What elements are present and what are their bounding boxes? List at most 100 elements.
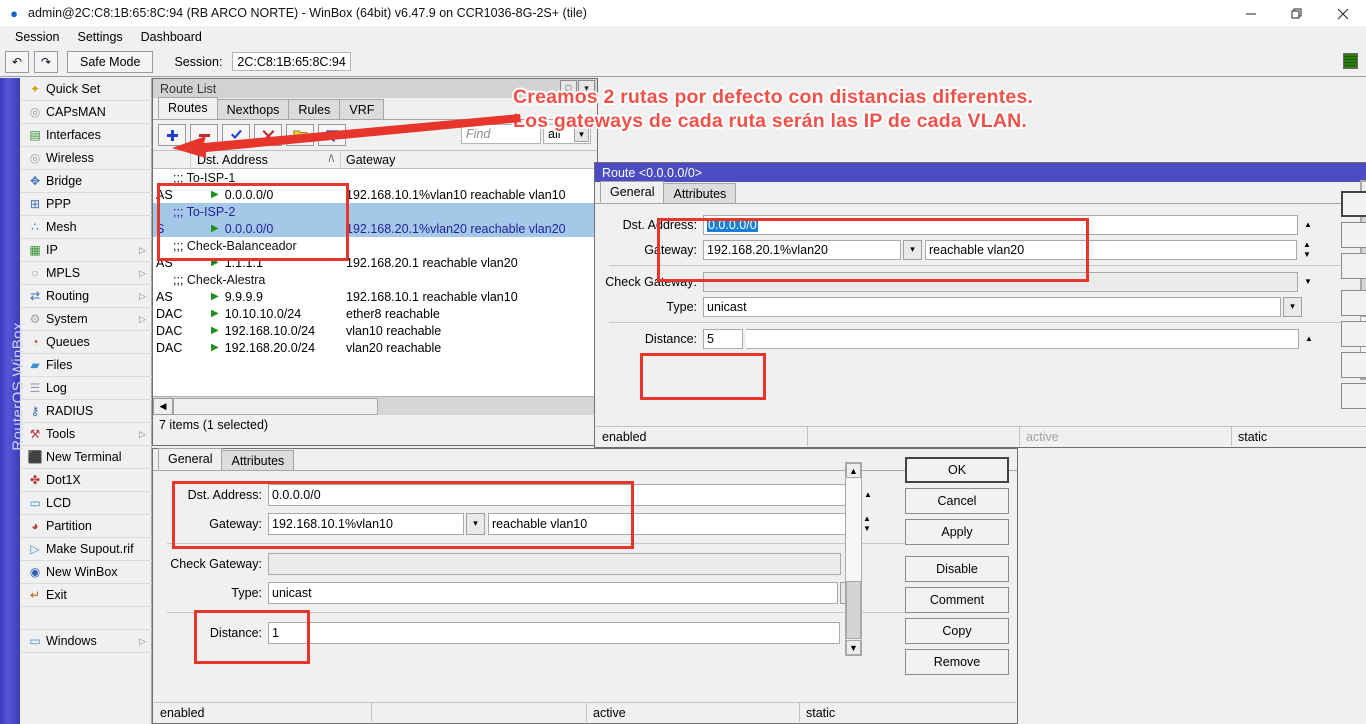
menu-item-session[interactable]: Session — [6, 27, 68, 47]
scrollbar-thumb[interactable] — [173, 398, 378, 415]
remove-button[interactable]: Remove — [905, 649, 1009, 675]
table-row[interactable]: AS▶0.0.0.0/0192.168.10.1%vlan10 reachabl… — [153, 186, 597, 203]
sidebar-item-new-terminal[interactable]: ⬛New Terminal — [20, 446, 152, 469]
menu-item-dashboard[interactable]: Dashboard — [132, 27, 211, 47]
sidebar-item-windows[interactable]: ▭Windows▷ — [20, 630, 152, 653]
scroll-down-icon[interactable]: ▼ — [846, 640, 861, 655]
gateway-dropdown-icon[interactable]: ▾ — [466, 513, 485, 535]
tab-rules[interactable]: Rules — [288, 99, 340, 119]
dst-address-input[interactable]: 0.0.0.0/0 — [268, 484, 858, 506]
table-row[interactable]: DAC▶192.168.20.0/24vlan20 reachable — [153, 339, 597, 356]
sidebar-item-new-winbox[interactable]: ◉New WinBox — [20, 561, 152, 584]
chevron-right-icon[interactable]: ▷ — [139, 636, 146, 647]
distance-input[interactable]: 1 — [268, 622, 840, 644]
ok-button[interactable]: OK — [905, 457, 1009, 483]
tab-attributes[interactable]: Attributes — [221, 450, 294, 470]
chevron-right-icon[interactable]: ▷ — [139, 245, 146, 256]
sidebar-item-system[interactable]: ⚙System▷ — [20, 308, 152, 331]
table-row[interactable]: DAC▶192.168.10.0/24vlan10 reachable — [153, 322, 597, 339]
sidebar-item-tools[interactable]: ⚒Tools▷ — [20, 423, 152, 446]
sidebar-item-routing[interactable]: ⇄Routing▷ — [20, 285, 152, 308]
distance-input[interactable]: 5 — [703, 329, 743, 349]
chevron-right-icon[interactable]: ▷ — [139, 268, 146, 279]
sidebar-item-exit[interactable]: ↵Exit — [20, 584, 152, 607]
safe-mode-button[interactable]: Safe Mode — [67, 51, 153, 73]
copy-button[interactable]: Copy — [1341, 352, 1366, 378]
session-value[interactable]: 2C:C8:1B:65:8C:94 — [232, 52, 350, 71]
check-icon[interactable] — [222, 124, 250, 146]
comment-button[interactable]: Comment — [1341, 321, 1366, 347]
apply-button[interactable]: Apply — [905, 519, 1009, 545]
comment-button[interactable]: Comment — [905, 587, 1009, 613]
chevron-right-icon[interactable]: ▷ — [139, 314, 146, 325]
dst-address-add-icon[interactable]: ▲ — [1301, 220, 1315, 230]
sidebar-item-dot1x[interactable]: ✤Dot1X — [20, 469, 152, 492]
tab-general[interactable]: General — [158, 448, 222, 470]
menu-item-settings[interactable]: Settings — [68, 27, 131, 47]
tab-general[interactable]: General — [600, 181, 664, 203]
gateway-spinner[interactable]: ▲▼ — [1300, 240, 1314, 260]
type-dropdown-icon[interactable]: ▾ — [1283, 297, 1302, 317]
chevron-right-icon[interactable]: ▷ — [139, 291, 146, 302]
tab-routes[interactable]: Routes — [158, 97, 218, 119]
close-icon[interactable] — [1320, 0, 1366, 27]
check-gateway-input[interactable] — [703, 272, 1298, 292]
sidebar-item-lcd[interactable]: ▭LCD — [20, 492, 152, 515]
sidebar-item-ppp[interactable]: ⊞PPP — [20, 193, 152, 216]
sidebar-item-radius[interactable]: ⚷RADIUS — [20, 400, 152, 423]
route-comment-row[interactable]: ;;; Check-Balanceador — [153, 237, 597, 254]
redo-icon[interactable]: ↷ — [34, 51, 58, 73]
sidebar-item-partition[interactable]: ◕Partition — [20, 515, 152, 538]
chevron-right-icon[interactable]: ▷ — [139, 429, 146, 440]
copy-button[interactable]: Copy — [905, 618, 1009, 644]
apply-button[interactable]: Apply — [1341, 253, 1366, 279]
tab-vrf[interactable]: VRF — [339, 99, 384, 119]
column-header-dst-address[interactable]: Dst. Address /\ — [191, 151, 341, 168]
sidebar-item-mesh[interactable]: ∴Mesh — [20, 216, 152, 239]
scroll-up-icon[interactable]: ▲ — [846, 463, 861, 478]
disable-button[interactable]: Disable — [905, 556, 1009, 582]
table-row[interactable]: AS▶1.1.1.1192.168.20.1 reachable vlan20 — [153, 254, 597, 271]
scrollbar-track[interactable] — [846, 479, 861, 639]
sidebar-item-files[interactable]: ▰Files — [20, 354, 152, 377]
route-comment-row[interactable]: ;;; To-ISP-1 — [153, 169, 597, 186]
table-row[interactable]: S▶0.0.0.0/0192.168.20.1%vlan20 reachable… — [153, 220, 597, 237]
dialog-vertical-scrollbar[interactable]: ▲ ▼ — [845, 462, 862, 656]
ok-button[interactable]: OK — [1341, 191, 1366, 217]
sidebar-item-ip[interactable]: ▦IP▷ — [20, 239, 152, 262]
sidebar-item-log[interactable]: ☰Log — [20, 377, 152, 400]
route-comment-row[interactable]: ;;; Check-Alestra — [153, 271, 597, 288]
type-select[interactable]: unicast — [268, 582, 838, 604]
gateway-input[interactable]: 192.168.10.1%vlan10 — [268, 513, 464, 535]
cancel-button[interactable]: Cancel — [1341, 222, 1366, 248]
minimize-icon[interactable] — [1228, 0, 1274, 27]
undo-icon[interactable]: ↶ — [5, 51, 29, 73]
table-row[interactable]: DAC▶10.10.10.0/24ether8 reachable — [153, 305, 597, 322]
scroll-left-icon[interactable]: ◀ — [153, 398, 173, 415]
sidebar-item-capsman[interactable]: ◎CAPsMAN — [20, 101, 152, 124]
plus-icon[interactable] — [158, 124, 186, 146]
sidebar-item-make-supout-rif[interactable]: ▷Make Supout.rif — [20, 538, 152, 561]
sidebar-item-bridge[interactable]: ✥Bridge — [20, 170, 152, 193]
distance-spinner[interactable]: ▲ — [1302, 334, 1316, 344]
dst-address-add-icon[interactable]: ▲ — [861, 490, 875, 500]
minus-icon[interactable] — [190, 124, 218, 146]
remove-button[interactable]: Remove — [1341, 383, 1366, 409]
restore-icon[interactable] — [1274, 0, 1320, 27]
gateway-spinner[interactable]: ▲▼ — [860, 514, 874, 534]
comment-icon[interactable] — [286, 124, 314, 146]
horizontal-scrollbar[interactable]: ◀ — [153, 396, 597, 415]
gateway-dropdown-icon[interactable]: ▾ — [903, 240, 922, 260]
table-row[interactable]: AS▶9.9.9.9192.168.10.1 reachable vlan10 — [153, 288, 597, 305]
disable-button[interactable]: Disable — [1341, 290, 1366, 316]
gateway-input[interactable]: 192.168.20.1%vlan20 — [703, 240, 901, 260]
sidebar-item-quick-set[interactable]: ✦Quick Set — [20, 78, 152, 101]
sidebar-item-queues[interactable]: ◔Queues — [20, 331, 152, 354]
check-gateway-input[interactable] — [268, 553, 841, 575]
sidebar-item-wireless[interactable]: ◎Wireless — [20, 147, 152, 170]
sidebar-item-mpls[interactable]: ○MPLS▷ — [20, 262, 152, 285]
column-header-flags[interactable] — [153, 151, 191, 168]
route-comment-row[interactable]: ;;; To-ISP-2 — [153, 203, 597, 220]
cross-icon[interactable] — [254, 124, 282, 146]
scrollbar-thumb[interactable] — [846, 581, 861, 639]
